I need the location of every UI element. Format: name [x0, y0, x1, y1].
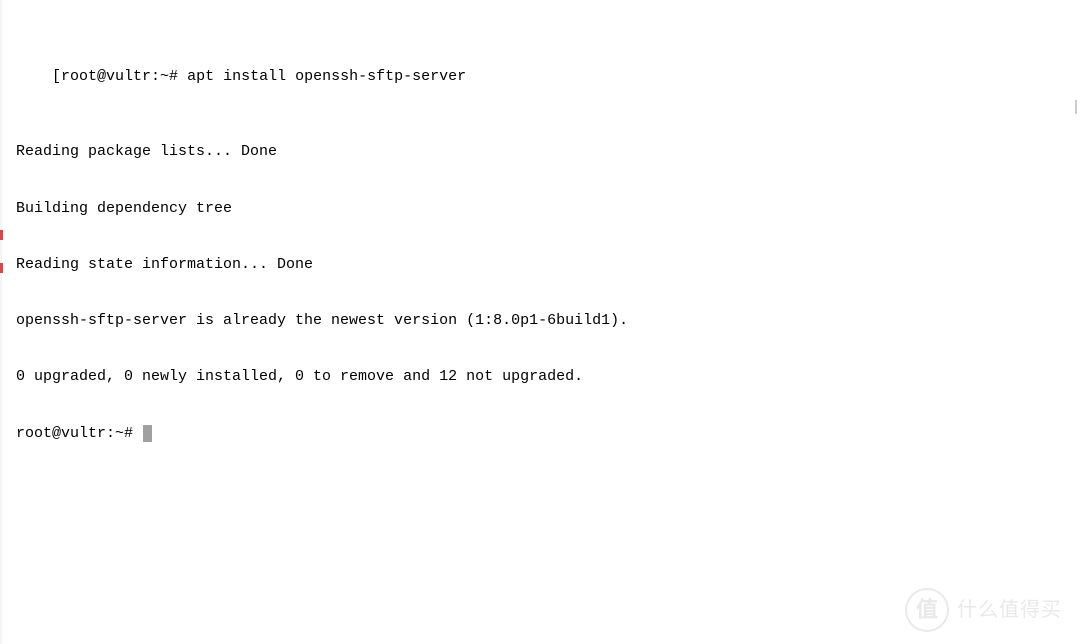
output-line: Reading package lists... Done	[16, 143, 277, 160]
watermark-badge-icon: 值	[905, 588, 949, 632]
output-line: Reading state information... Done	[16, 256, 313, 273]
output-line: 0 upgraded, 0 newly installed, 0 to remo…	[16, 368, 583, 385]
watermark: 值 什么值得买	[905, 588, 1062, 632]
command-input: apt install openssh-sftp-server	[187, 68, 466, 85]
scrollbar-hint[interactable]	[1075, 100, 1077, 114]
output-line: openssh-sftp-server is already the newes…	[16, 312, 628, 329]
edge-marker	[0, 230, 3, 240]
output-line: Building dependency tree	[16, 200, 232, 217]
edge-marker	[0, 263, 3, 273]
cursor-block[interactable]	[143, 425, 152, 442]
shell-prompt: root@vultr:~#	[16, 425, 133, 442]
watermark-badge-text: 值	[916, 596, 938, 624]
watermark-text: 什么值得买	[957, 598, 1062, 623]
shell-prompt: root@vultr:~#	[61, 68, 178, 85]
terminal-output[interactable]: [root@vultr:~# apt install openssh-sftp-…	[16, 12, 1064, 462]
window-left-edge	[0, 0, 2, 644]
prompt-bracket-open: [	[52, 68, 61, 85]
